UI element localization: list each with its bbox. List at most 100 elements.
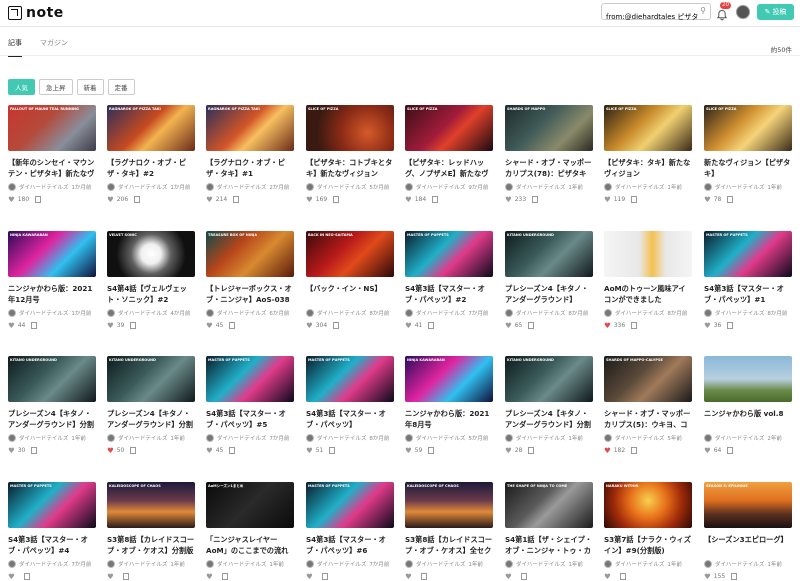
article-title[interactable]: 【バック・イン・NS】 <box>306 284 394 305</box>
bookmark-icon[interactable] <box>631 447 638 454</box>
article-card[interactable]: ニンジャかわら版 vol.8 ダイハードテイルズ 2年前 ♥ 64 <box>704 356 792 454</box>
article-title[interactable]: 【ピザタキ：タキ】新たなヴィジョン <box>604 158 692 179</box>
article-thumbnail[interactable]: SEASON 3: EPILOGUE <box>704 482 792 528</box>
like-button[interactable]: ♥ 44 <box>8 322 25 330</box>
article-author[interactable]: ダイハードテイルズ 1年前 <box>107 434 195 442</box>
article-title[interactable]: 【新年のシンセイ・マウンテン・ピザタキ】新たなヴィジョン <box>8 158 96 179</box>
article-author[interactable]: ダイハードテイルズ 1年前 <box>704 183 792 191</box>
bookmark-icon[interactable] <box>727 322 734 329</box>
article-author[interactable]: ダイハードテイルズ 7か月前 <box>306 560 394 568</box>
article-thumbnail[interactable]: KALEIDOSCOPE OF CHAOS <box>107 482 195 528</box>
bookmark-icon[interactable] <box>528 447 535 454</box>
like-button[interactable]: ♥ 30 <box>8 447 25 455</box>
like-button[interactable]: ♥ 214 <box>206 196 227 204</box>
like-button[interactable]: ♥ 45 <box>206 447 223 455</box>
article-title[interactable]: S4第3話【マスター・オブ・パペッツ】#2 <box>405 284 493 305</box>
article-card[interactable]: MASTER OF PUPPETS S4第3話【マスター・オブ・パペッツ】#4 ダイ… <box>8 482 96 580</box>
article-card[interactable]: MASTER OF PUPPETS S4第3話【マスター・オブ・パペッツ】#5 ダイ… <box>206 356 294 454</box>
article-card[interactable]: MASTER OF PUPPETS S4第3話【マスター・オブ・パペッツ】 ダイハー… <box>306 356 394 454</box>
like-button[interactable]: ♥ 59 <box>405 447 422 455</box>
article-card[interactable]: TREASURE BOX OF NINJA 【トレジャーボックス・オブ・ニンジャ】… <box>206 231 294 329</box>
like-button[interactable]: ♥ 39 <box>107 322 124 330</box>
article-author[interactable]: ダイハードテイルズ 7か月前 <box>405 309 493 317</box>
article-thumbnail[interactable]: NINJA KAWARABAN <box>8 231 96 277</box>
article-thumbnail[interactable]: KITANO UNDERGROUND <box>505 231 593 277</box>
article-thumbnail[interactable] <box>704 356 792 402</box>
like-button[interactable]: ♥ 184 <box>405 196 426 204</box>
article-title[interactable]: 【シーズン3エピローグ】 <box>704 535 792 556</box>
article-title[interactable]: S3第8話【カレイドスコープ・オブ・ケオス】分割版#2 <box>107 535 195 556</box>
filter-trending[interactable]: 急上昇 <box>39 79 73 95</box>
article-title[interactable]: シャード・オブ・マッポーカリプス(78)：ピザタキ <box>505 158 593 179</box>
bookmark-icon[interactable] <box>727 447 734 454</box>
bookmark-icon[interactable] <box>229 322 236 329</box>
article-card[interactable]: BACK IN NEO-SAITAMA 【バック・イン・NS】 ダイハードテイルズ 8… <box>306 231 394 329</box>
article-card[interactable]: SHARDS OF MAPPO シャード・オブ・マッポーカリプス(78)：ピザタキ… <box>505 105 593 203</box>
like-button[interactable]: ♥ 51 <box>306 447 323 455</box>
article-title[interactable]: 【ラグナロク・オブ・ピザ・タキ】#1 <box>206 158 294 179</box>
article-title[interactable]: 【トレジャーボックス・オブ・ニンジャ】AoS-038「タキ」 <box>206 284 294 305</box>
article-author[interactable]: ダイハードテイルズ 2か月前 <box>206 183 294 191</box>
article-author[interactable]: ダイハードテイルズ 8か月前 <box>604 309 692 317</box>
article-thumbnail[interactable]: RAGNAROK OF PIZZA TAKI <box>107 105 195 151</box>
article-thumbnail[interactable]: NINJA KAWARABAN <box>405 356 493 402</box>
article-title[interactable]: プレシーズン4【キタノ・アンダーグラウンド】分割版#1 <box>505 409 593 430</box>
like-button[interactable]: ♥ 64 <box>704 447 721 455</box>
like-button[interactable]: ♥ 336 <box>604 322 625 330</box>
article-thumbnail[interactable]: AoMシーズン1まとめ <box>206 482 294 528</box>
like-button[interactable]: ♥ 182 <box>604 447 625 455</box>
article-author[interactable]: ダイハードテイルズ 1年前 <box>604 183 692 191</box>
article-card[interactable]: SEASON 3: EPILOGUE 【シーズン3エピローグ】 ダイハードテイルズ 1… <box>704 482 792 580</box>
article-author[interactable]: ダイハードテイルズ 1年前 <box>604 560 692 568</box>
search-input[interactable] <box>602 9 698 25</box>
article-thumbnail[interactable]: MASTER OF PUPPETS <box>8 482 96 528</box>
article-card[interactable]: SHARDS OF MAPPO-CALYPSE シャード・オブ・マッポーカリプス(… <box>604 356 692 454</box>
bookmark-icon[interactable] <box>130 322 137 329</box>
article-author[interactable]: ダイハードテイルズ 1か月前 <box>8 183 96 191</box>
like-button[interactable]: ♥ 233 <box>505 196 526 204</box>
article-thumbnail[interactable]: TREASURE BOX OF NINJA <box>206 231 294 277</box>
article-title[interactable]: 新たなヴィジョン【ピザタキ】 <box>704 158 792 179</box>
article-title[interactable]: S4第3話【マスター・オブ・パペッツ】#4 <box>8 535 96 556</box>
article-thumbnail[interactable]: SLICE OF PIZZA <box>306 105 394 151</box>
article-thumbnail[interactable]: KITANO UNDERGROUND <box>8 356 96 402</box>
article-card[interactable]: KITANO UNDERGROUND プレシーズン4【キタノ・アンダーグラウンド】… <box>505 356 593 454</box>
article-thumbnail[interactable]: RAGNAROK OF PIZZA TAKI <box>206 105 294 151</box>
article-thumbnail[interactable]: FALLOUT OF MAUNI TEAL RUNNING <box>8 105 96 151</box>
article-title[interactable]: AoMのトゥーン風味アイコンができました <box>604 284 692 305</box>
article-title[interactable]: S4第3話【マスター・オブ・パペッツ】#6 <box>306 535 394 556</box>
article-author[interactable]: ダイハードテイルズ 2年前 <box>704 434 792 442</box>
article-thumbnail[interactable]: KITANO UNDERGROUND <box>505 356 593 402</box>
article-card[interactable]: NINJA KAWARABAN ニンジャかわら版：2021年12月号 ダイハードテイ… <box>8 231 96 329</box>
article-thumbnail[interactable]: MASTER OF PUPPETS <box>704 231 792 277</box>
user-avatar[interactable] <box>736 5 750 19</box>
article-thumbnail[interactable]: SHARDS OF MAPPO <box>505 105 593 151</box>
article-thumbnail[interactable]: MASTER OF PUPPETS <box>206 356 294 402</box>
article-author[interactable]: ダイハードテイルズ 8か月前 <box>505 309 593 317</box>
article-title[interactable]: プレシーズン4【キタノ・アンダーグラウンド】分割版#2 <box>8 409 96 430</box>
bookmark-icon[interactable] <box>428 322 435 329</box>
article-title[interactable]: S4第3話【マスター・オブ・パペッツ】#1 <box>704 284 792 305</box>
like-button[interactable]: ♥ 119 <box>604 196 625 204</box>
article-author[interactable]: ダイハードテイルズ 1年前 <box>8 434 96 442</box>
bookmark-icon[interactable] <box>35 196 42 203</box>
article-title[interactable]: 【ピザタキ：レッドハッグ、ノプザメE】新たなヴィジョン <box>405 158 493 179</box>
note-logo[interactable]: note <box>8 5 64 21</box>
article-title[interactable]: プレシーズン4【キタノ・アンダーグラウンド】分割版#5 <box>107 409 195 430</box>
post-button[interactable]: ✎ 投稿 <box>757 4 794 20</box>
bookmark-icon[interactable] <box>532 196 539 203</box>
article-title[interactable]: 「ニンジャスレイヤーAoM」のここまでの流れが3分でわかるまとめ <box>206 535 294 556</box>
filter-newest[interactable]: 新着 <box>76 79 104 95</box>
bookmark-icon[interactable] <box>130 447 137 454</box>
article-author[interactable]: ダイハードテイルズ 7か月前 <box>8 560 96 568</box>
article-author[interactable]: ダイハードテイルズ 5年前 <box>604 434 692 442</box>
article-card[interactable]: KITANO UNDERGROUND プレシーズン4【キタノ・アンダーグラウンド】… <box>8 356 96 454</box>
article-thumbnail[interactable]: SLICE OF PIZZA <box>405 105 493 151</box>
bookmark-icon[interactable] <box>432 196 439 203</box>
article-card[interactable]: KITANO UNDERGROUND プレシーズン4【キタノ・アンダーグラウンド】… <box>107 356 195 454</box>
article-author[interactable]: ダイハードテイルズ 1年前 <box>505 560 593 568</box>
like-button[interactable]: ♥ 36 <box>704 322 721 330</box>
article-card[interactable]: MASTER OF PUPPETS S4第3話【マスター・オブ・パペッツ】#1 ダイ… <box>704 231 792 329</box>
article-title[interactable]: ニンジャかわら版：2021年12月号 <box>8 284 96 305</box>
article-card[interactable]: NINJA KAWARABAN ニンジャかわら版：2021年8月号 ダイハードテイル… <box>405 356 493 454</box>
